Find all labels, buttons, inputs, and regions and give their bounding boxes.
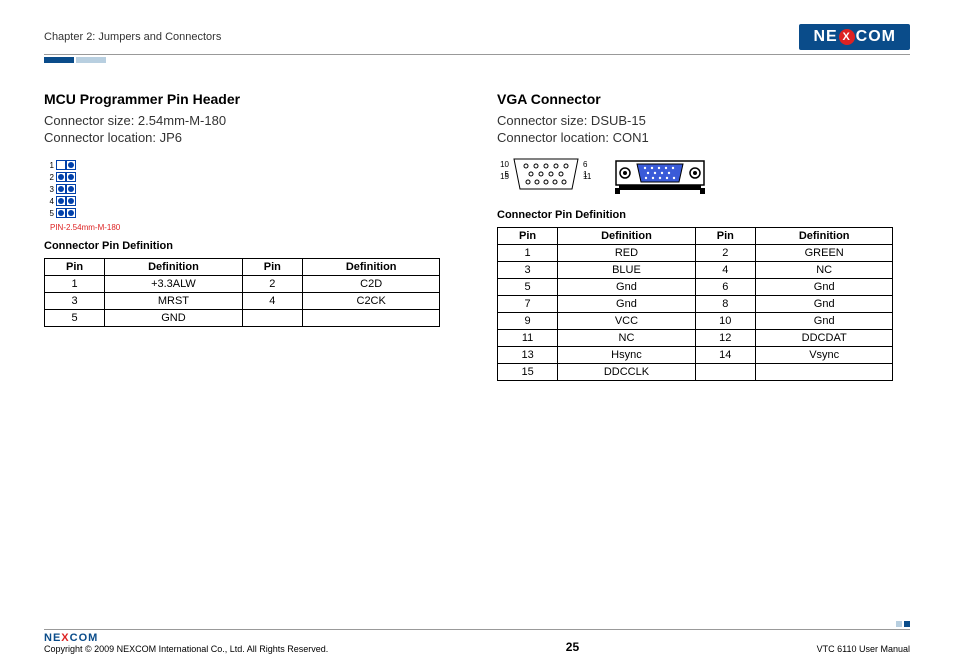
table-row: 1RED2GREEN (498, 245, 893, 262)
chapter-title: Chapter 2: Jumpers and Connectors (44, 31, 221, 43)
vga-title: VGA Connector (497, 91, 910, 107)
table-row: 3BLUE4NC (498, 262, 893, 279)
footer-accent-bars (44, 621, 910, 627)
page-number: 25 (566, 640, 579, 654)
vga-pin-table: PinDefinitionPinDefinition 1RED2GREEN 3B… (497, 227, 893, 381)
left-column: MCU Programmer Pin Header Connector size… (44, 91, 457, 381)
mcu-pin-table: PinDefinitionPinDefinition 1+3.3ALW2C2D … (44, 258, 440, 327)
mcu-location: Connector location: JP6 (44, 130, 457, 145)
nexcom-logo: NEXCOM (799, 24, 910, 50)
vga-location: Connector location: CON1 (497, 130, 910, 145)
table-row: 13Hsync14Vsync (498, 347, 893, 364)
mcu-table-title: Connector Pin Definition (44, 240, 457, 252)
mcu-pin-diagram: 1 2 3 4 5 PIN-2.54mm-M-180 (44, 159, 457, 232)
content-columns: MCU Programmer Pin Header Connector size… (44, 91, 910, 381)
copyright-text: Copyright © 2009 NEXCOM International Co… (44, 644, 328, 654)
table-row: 11NC12DDCDAT (498, 330, 893, 347)
footer-rule (44, 629, 910, 630)
right-column: VGA Connector Connector size: DSUB-15 Co… (497, 91, 910, 381)
footer-logo: NEXCOM (44, 632, 328, 644)
table-row: 3MRST4C2CK (45, 293, 440, 310)
mcu-size: Connector size: 2.54mm-M-180 (44, 113, 457, 128)
table-row: 7Gnd8Gnd (498, 296, 893, 313)
page-header: Chapter 2: Jumpers and Connectors NEXCOM (44, 24, 910, 50)
vga-diagram: 5 1 106 1511 (497, 155, 910, 195)
header-accent-bars (44, 57, 910, 63)
table-row: 9VCC10Gnd (498, 313, 893, 330)
manual-name: VTC 6110 User Manual (817, 644, 910, 654)
table-row: 15DDCCLK (498, 364, 893, 381)
page-footer: NEXCOM Copyright © 2009 NEXCOM Internati… (44, 621, 910, 654)
table-row: 5Gnd6Gnd (498, 279, 893, 296)
vga-connector-icon (615, 155, 705, 195)
table-row: 1+3.3ALW2C2D (45, 276, 440, 293)
mcu-title: MCU Programmer Pin Header (44, 91, 457, 107)
header-rule (44, 54, 910, 55)
vga-size: Connector size: DSUB-15 (497, 113, 910, 128)
table-row: 5GND (45, 310, 440, 327)
mcu-pin-label: PIN-2.54mm-M-180 (50, 223, 457, 232)
logo-x-icon: X (839, 29, 855, 45)
vga-pin-numbers: 5 1 106 1511 (497, 168, 595, 182)
vga-table-title: Connector Pin Definition (497, 209, 910, 221)
